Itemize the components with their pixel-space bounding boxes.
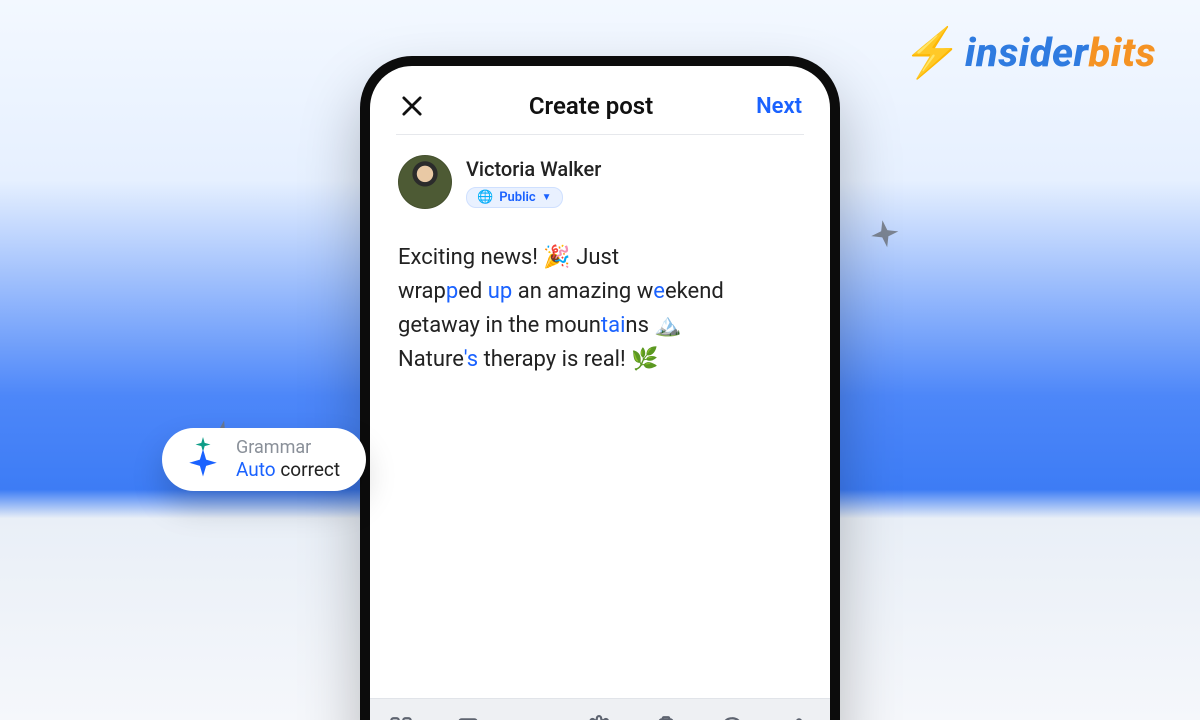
- composer-text: an amazing w: [512, 279, 653, 304]
- brand-watermark: ⚡ insiderbits: [903, 24, 1156, 81]
- post-composer[interactable]: Exciting news! 🎉 Just wrapped up an amazi…: [370, 219, 830, 377]
- sticker-icon[interactable]: [455, 715, 481, 720]
- pill-line-grammar: Grammar: [236, 438, 340, 459]
- sparkle-icon: [868, 218, 903, 253]
- chevron-down-icon: ▼: [542, 192, 552, 203]
- gear-icon[interactable]: [586, 715, 612, 720]
- page-title: Create post: [529, 92, 653, 120]
- clipboard-icon[interactable]: [653, 715, 679, 720]
- composer-text: getaway in the moun: [398, 313, 601, 338]
- phone-frame: Create post Next Victoria Walker 🌐 Publi…: [360, 56, 840, 720]
- composer-text: wrap: [398, 279, 446, 304]
- next-button[interactable]: Next: [756, 94, 802, 119]
- composer-text: therapy is real! 🌿: [478, 347, 658, 372]
- corrected-text: up: [488, 279, 512, 304]
- composer-text: Exciting news! 🎉 Just: [398, 245, 619, 270]
- avatar[interactable]: [398, 155, 452, 209]
- apps-icon[interactable]: [388, 715, 414, 720]
- corrected-text: p: [446, 279, 458, 304]
- audience-label: Public: [499, 190, 535, 205]
- divider: [396, 134, 804, 135]
- corrected-text: e: [653, 279, 665, 304]
- author-name: Victoria Walker: [466, 157, 601, 181]
- stage: ⚡ insiderbits Create post Next Victoria …: [0, 0, 1200, 720]
- brand-text-2: bits: [1089, 29, 1156, 76]
- audience-selector[interactable]: 🌐 Public ▼: [466, 187, 563, 208]
- corrected-text: 's: [464, 347, 478, 372]
- bolt-icon: ⚡: [903, 24, 963, 81]
- palette-icon[interactable]: [719, 715, 745, 720]
- author-meta: Victoria Walker 🌐 Public ▼: [466, 157, 601, 208]
- grammar-suggestion-pill[interactable]: Grammar Auto correct: [162, 428, 366, 491]
- globe-icon: 🌐: [477, 190, 493, 205]
- composer-text: ed: [458, 279, 488, 304]
- mic-icon[interactable]: [786, 715, 812, 720]
- brand-text-1: insider: [965, 29, 1089, 76]
- composer-text: ns 🏔️: [625, 313, 681, 338]
- corrected-text: tai: [601, 313, 626, 338]
- sparkle-group-icon: [178, 439, 222, 479]
- author-row: Victoria Walker 🌐 Public ▼: [370, 149, 830, 219]
- close-icon[interactable]: [398, 92, 426, 120]
- top-bar: Create post Next: [370, 66, 830, 134]
- pill-line-auto: Auto correct: [236, 459, 340, 481]
- composer-text: ekend: [665, 279, 724, 304]
- pill-text: Grammar Auto correct: [236, 438, 340, 481]
- composer-text: Nature: [398, 347, 464, 372]
- keyboard-toolbar: GIF: [370, 698, 830, 720]
